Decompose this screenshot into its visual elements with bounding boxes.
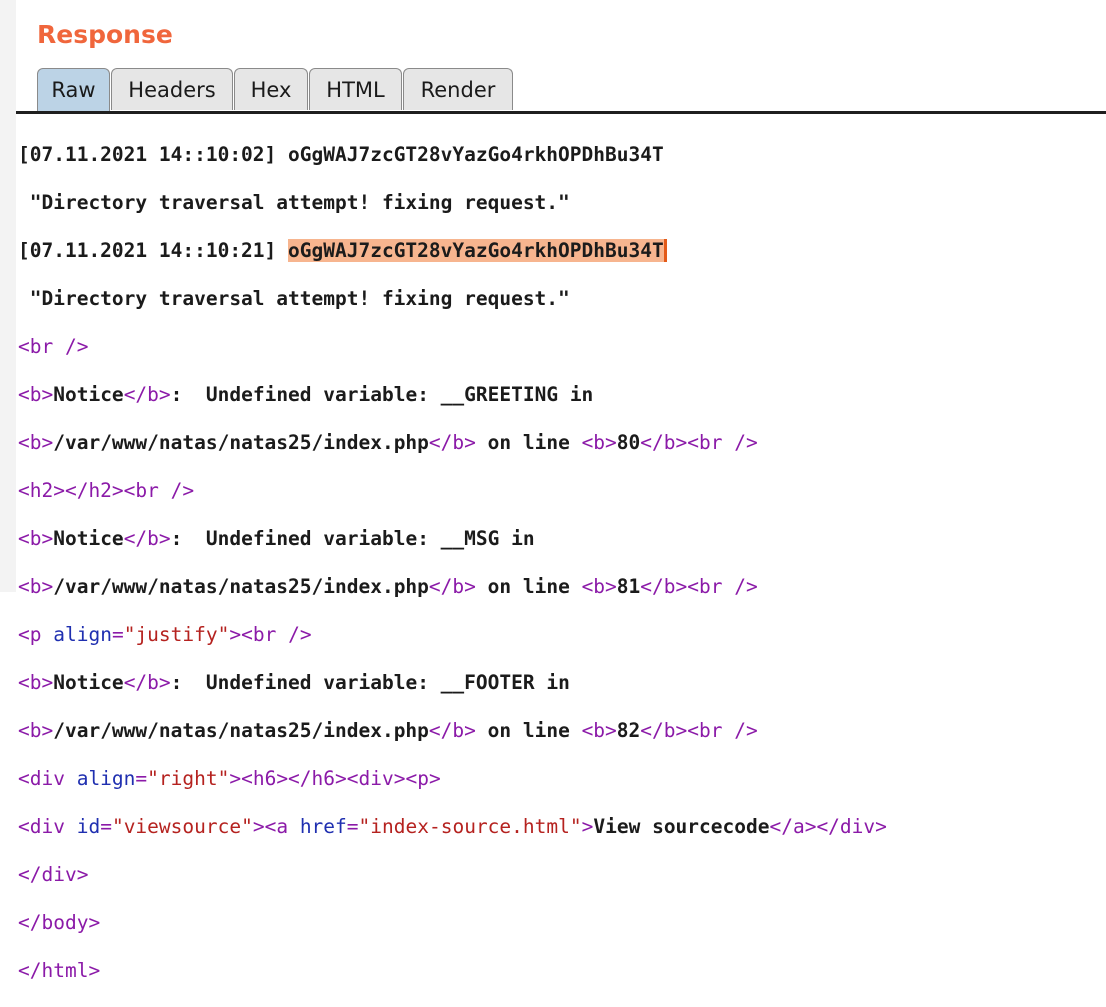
notice-message: : Undefined variable: __MSG in	[170, 527, 535, 550]
code-line: <div align="right"><h6></h6><div><p>	[18, 767, 441, 790]
code-line: </html>	[18, 959, 101, 982]
raw-response-body[interactable]: [07.11.2021 14::10:02] oGgWAJ7zcGT28vYaz…	[18, 119, 1106, 982]
code-line: "Directory traversal attempt! fixing req…	[18, 287, 1106, 311]
notice-line-number: 82	[616, 719, 641, 742]
code-line: <b>Notice</b>: Undefined variable: __MSG…	[18, 527, 535, 550]
code-line: <h2></h2><br />	[18, 479, 195, 502]
tab-raw[interactable]: Raw	[37, 68, 110, 112]
tab-headers[interactable]: Headers	[111, 68, 233, 110]
notice-line-number: 80	[616, 431, 641, 454]
log-timestamp: [07.11.2021 14::10:02]	[18, 143, 277, 166]
log-message: "Directory traversal attempt! fixing req…	[18, 191, 570, 214]
left-panel-edge	[0, 0, 16, 592]
code-line: <b>/var/www/natas/natas25/index.php</b> …	[18, 431, 758, 454]
session-token: oGgWAJ7zcGT28vYazGo4rkhOPDhBu34T	[288, 143, 664, 166]
link-href-value: index-source.html	[370, 815, 570, 838]
notice-path: /var/www/natas/natas25/index.php	[53, 575, 429, 598]
log-timestamp: [07.11.2021 14::10:21]	[18, 239, 277, 262]
notice-label: Notice	[53, 527, 124, 550]
code-line: <b>/var/www/natas/natas25/index.php</b> …	[18, 575, 758, 598]
code-line: <p align="justify"><br />	[18, 623, 312, 646]
selected-session-token[interactable]: oGgWAJ7zcGT28vYazGo4rkhOPDhBu34T	[288, 239, 667, 262]
tab-hex[interactable]: Hex	[234, 68, 308, 110]
tab-render[interactable]: Render	[403, 68, 513, 110]
code-line: <br />	[18, 335, 89, 358]
notice-path: /var/www/natas/natas25/index.php	[53, 431, 429, 454]
response-title: Response	[37, 20, 173, 49]
code-line: <b>/var/www/natas/natas25/index.php</b> …	[18, 719, 758, 742]
code-line: <b>Notice</b>: Undefined variable: __GRE…	[18, 383, 594, 406]
code-line: <b>Notice</b>: Undefined variable: __FOO…	[18, 671, 570, 694]
notice-on-line: on line	[475, 431, 582, 454]
notice-label: Notice	[53, 383, 124, 406]
notice-message: : Undefined variable: __FOOTER in	[170, 671, 570, 694]
code-line: [07.11.2021 14::10:21] oGgWAJ7zcGT28vYaz…	[18, 239, 1106, 263]
div-align-value: right	[158, 767, 218, 790]
tab-html[interactable]: HTML	[309, 68, 402, 110]
notice-on-line: on line	[475, 575, 582, 598]
p-align-value: justify	[135, 623, 218, 646]
notice-message: : Undefined variable: __GREETING in	[170, 383, 594, 406]
code-line: </div>	[18, 863, 89, 886]
notice-label: Notice	[53, 671, 124, 694]
notice-path: /var/www/natas/natas25/index.php	[53, 719, 429, 742]
code-line: <div id="viewsource"><a href="index-sour…	[18, 815, 887, 838]
notice-on-line: on line	[475, 719, 582, 742]
code-line: </body>	[18, 911, 101, 934]
code-line: [07.11.2021 14::10:02] oGgWAJ7zcGT28vYaz…	[18, 143, 1106, 167]
notice-line-number: 81	[616, 575, 641, 598]
code-line: "Directory traversal attempt! fixing req…	[18, 191, 1106, 215]
tab-underline	[16, 111, 1106, 114]
div-id-value: viewsource	[123, 815, 242, 838]
view-source-link-text: View sourcecode	[593, 815, 770, 838]
log-message: "Directory traversal attempt! fixing req…	[18, 287, 570, 310]
